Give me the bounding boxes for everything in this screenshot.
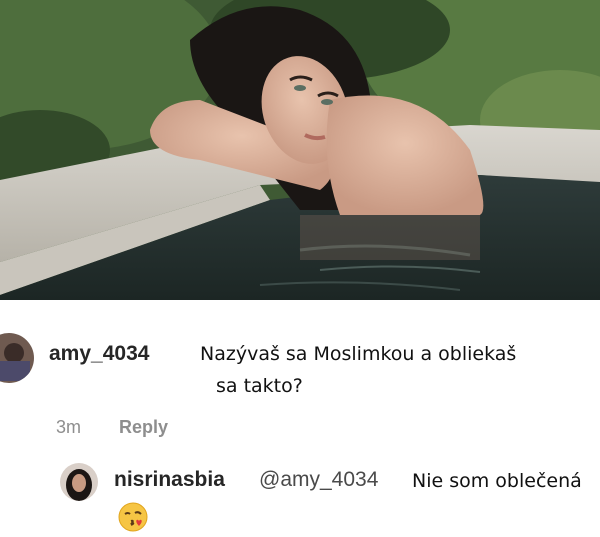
comment-username[interactable]: amy_4034 bbox=[49, 342, 149, 366]
comment-username[interactable]: nisrinasbia bbox=[114, 468, 225, 492]
comment-text: Nie som oblečená bbox=[412, 470, 582, 492]
mention-link[interactable]: @amy_4034 bbox=[259, 468, 378, 492]
comments-section: amy_4034 Nazývaš sa Moslimkou a obliekaš… bbox=[0, 300, 600, 537]
reply-button[interactable]: Reply bbox=[119, 417, 168, 438]
comment-timestamp: 3m bbox=[56, 417, 82, 437]
kissing-face-emoji-icon bbox=[117, 501, 149, 533]
comment-text-continued: sa takto? bbox=[216, 375, 303, 397]
comment-text: Nazývaš sa Moslimkou a obliekaš bbox=[200, 343, 517, 365]
post-photo bbox=[0, 0, 600, 300]
user-avatar-icon[interactable] bbox=[60, 463, 98, 501]
user-avatar-icon[interactable] bbox=[0, 333, 34, 383]
